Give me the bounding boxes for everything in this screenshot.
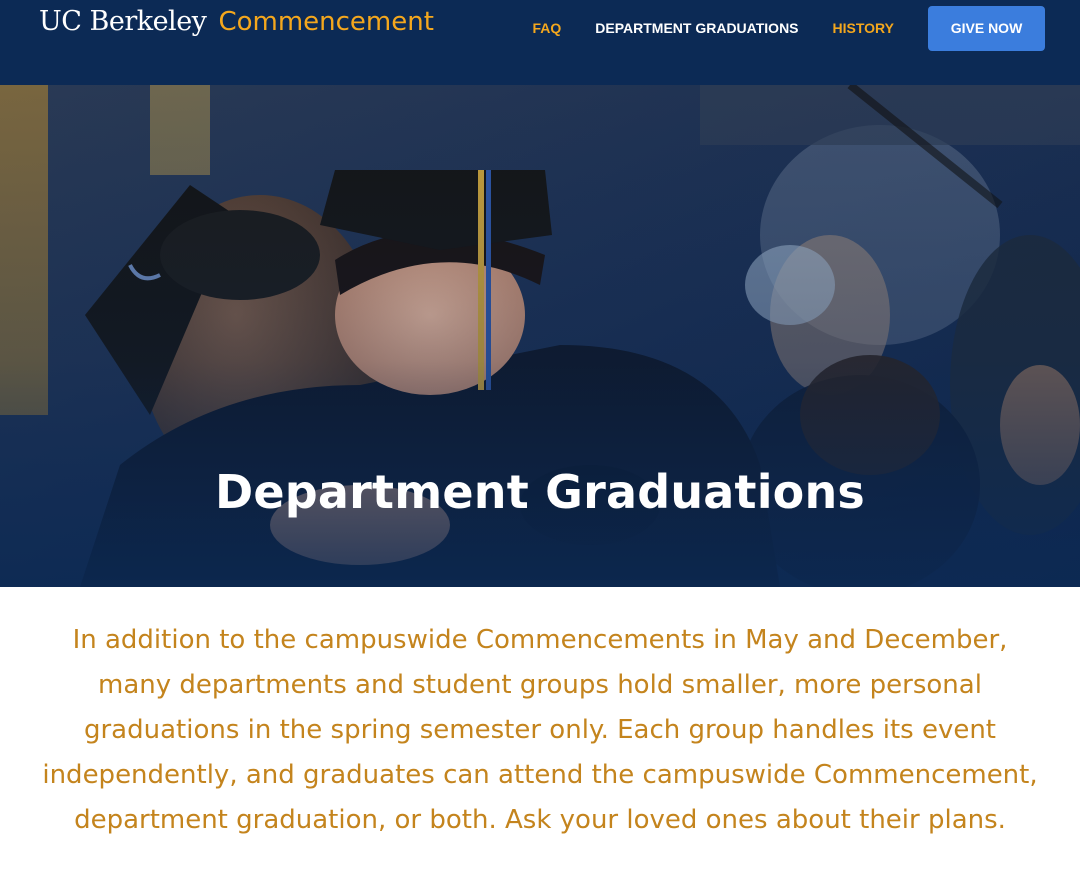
nav-history-link[interactable]: HISTORY [833, 20, 894, 36]
site-logo[interactable]: UC Berkeley Commencement [39, 6, 434, 42]
give-now-button[interactable]: GIVE NOW [928, 5, 1045, 51]
site-header: UC Berkeley Commencement FAQ DEPARTMENT … [0, 0, 1080, 85]
hero-banner: Department Graduations [0, 85, 1080, 587]
intro-paragraph: In addition to the campuswide Commenceme… [42, 625, 1038, 835]
page-title: Department Graduations [215, 465, 865, 519]
main-nav: FAQ DEPARTMENT GRADUATIONS HISTORY GIVE … [532, 0, 1080, 56]
brand-commencement: Commencement [218, 7, 434, 37]
brand-uc-berkeley: UC Berkeley [39, 6, 207, 37]
nav-department-graduations-link[interactable]: DEPARTMENT GRADUATIONS [595, 20, 798, 36]
nav-faq-link[interactable]: FAQ [532, 20, 561, 36]
